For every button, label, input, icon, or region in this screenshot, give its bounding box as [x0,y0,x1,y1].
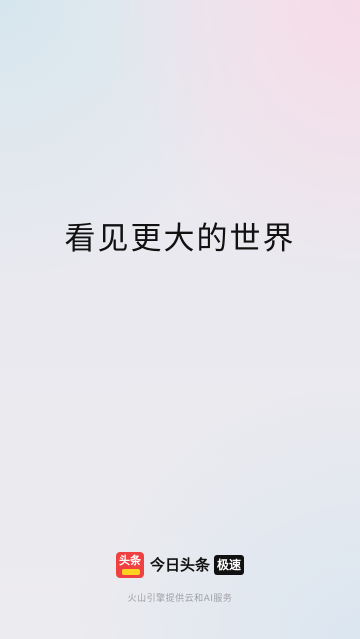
brand-lockup: 头条 今日头条 极速 [0,552,360,578]
toutiao-logo-icon: 头条 [115,552,144,578]
powered-by-text: 火山引擎提供云和AI服务 [127,594,233,604]
logo-accent-tag [121,569,140,575]
splash-slogan: 看见更大的世界 [64,221,296,257]
logo-text: 头条 [118,554,141,567]
edition-badge: 极速 [214,555,245,575]
app-name: 今日头条 [149,556,210,574]
